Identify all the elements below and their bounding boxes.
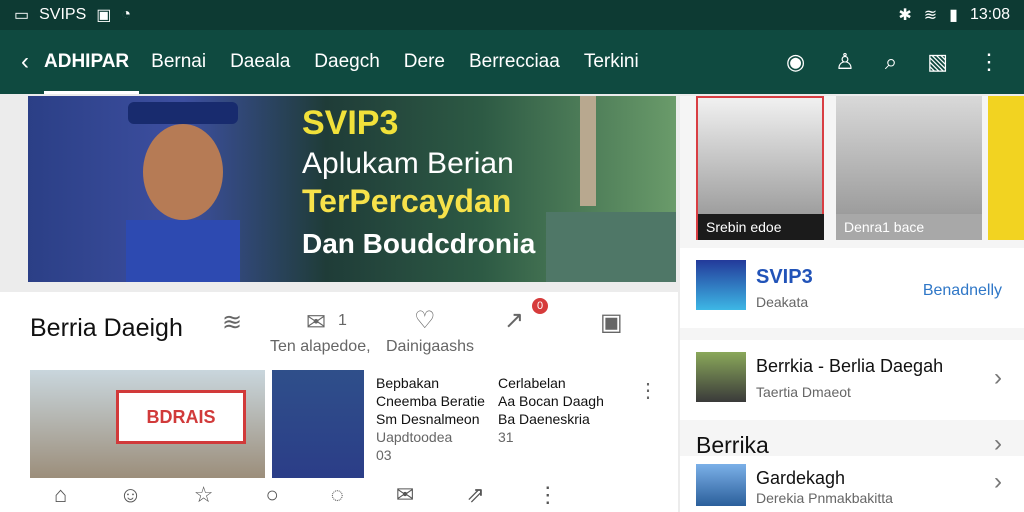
item-title-1: Berrkia - Berlia Daegah (756, 356, 944, 376)
card2-line-2: Ba Daeneskria (498, 411, 590, 427)
brand-tab[interactable]: ADHIPAR (44, 30, 140, 94)
status-left-label: SVIPS (39, 6, 87, 23)
right-panel: Srebin edoe Denra1 bace SVIP3 Deakata Be… (680, 96, 1024, 512)
channel-logo (696, 260, 746, 310)
list-item-1[interactable]: Berrkia - Berlia Daegah Taertia Dmaeot › (680, 340, 1024, 420)
gallery-icon: ▣ (96, 7, 112, 24)
time-label: 13:08 (969, 6, 1010, 23)
star-icon[interactable]: ☆ (194, 482, 214, 508)
chat-icon[interactable]: ○ (266, 482, 279, 508)
chevron-right-icon[interactable]: › (994, 468, 1002, 496)
share-icon[interactable]: ⇗ (466, 482, 484, 508)
heart-icon[interactable]: ♡ (414, 306, 436, 335)
section-title: Berria Daeigh (30, 314, 183, 342)
bluetooth-icon: ✱ (898, 7, 912, 24)
feed-icon[interactable]: ☺ (119, 482, 141, 508)
channel-sub: Deakata (756, 294, 809, 310)
tab-5[interactable]: Berrecciaa (457, 51, 572, 73)
card2-line-1: Aa Bocan Daagh (498, 393, 604, 409)
message-icon[interactable]: ✉ (306, 308, 326, 337)
location-icon[interactable]: ◉ (786, 49, 805, 75)
bottom-nav: ⌂ ☺ ☆ ○ ◌ ✉ ⇗ ⋮ (0, 478, 678, 512)
hero-title-4: Dan Boudcdronia (302, 228, 536, 259)
comment-icon[interactable]: ◌ (331, 482, 344, 508)
item-sub-1: Taertia Dmaeot (756, 384, 851, 400)
image-icon[interactable]: ▣ (600, 308, 623, 337)
item-thumb-2 (696, 464, 746, 506)
card-line-3: Uapdtoodea (376, 429, 453, 445)
wifi-icon: ≋ (923, 7, 938, 24)
tab-3[interactable]: Daegch (302, 51, 392, 73)
news-image-1[interactable]: BDRAIS (30, 370, 265, 480)
follow-link[interactable]: Benadnelly (923, 282, 1002, 300)
more-icon[interactable]: ⋮ (638, 378, 658, 403)
channel-card[interactable]: SVIP3 Deakata Benadnelly (680, 248, 1024, 328)
search-icon[interactable]: ⌕ (885, 49, 897, 75)
item-thumb-1 (696, 352, 746, 402)
card2-line-3: 31 (498, 429, 514, 445)
card-line-1: Cneemba Beratie (376, 393, 485, 409)
share-badge: 0 (532, 298, 548, 314)
pond-illustration (546, 212, 676, 282)
stat-1: Ten alapedoe, (270, 338, 371, 355)
chevron-right-icon[interactable]: › (994, 430, 1002, 458)
signal-icon: ▮ (949, 7, 958, 24)
protest-sign: BDRAIS (116, 390, 246, 444)
stat-2: Dainigaashs (386, 338, 475, 355)
mail-icon[interactable]: ✉ (396, 482, 414, 508)
status-bar: ▭ SVIPS ▣ ◔ ✱ ≋ ▮ 13:08 (0, 0, 1024, 30)
tower-illustration (580, 96, 596, 206)
hero-title-3: TerPercaydan (302, 183, 512, 219)
tab-1[interactable]: Bernai (139, 51, 218, 73)
more-icon[interactable]: ⋮ (978, 49, 1000, 75)
chevron-right-icon[interactable]: › (994, 364, 1002, 392)
tab-2[interactable]: Daeala (218, 51, 302, 73)
card-meta-2: Cerlabelan Aa Bocan Daagh Ba Daeneskria … (498, 374, 604, 446)
item-title-2: Gardekagh (756, 468, 846, 488)
tab-6[interactable]: Terkini (572, 51, 651, 73)
card-line-4: 03 (376, 447, 392, 463)
message-count: 1 (338, 312, 347, 329)
card-meta-1: Bepbakan Cneemba Beratie Sm Desnalmeon U… (376, 374, 485, 464)
back-icon[interactable]: ‹ (6, 48, 44, 76)
tab-4[interactable]: Dere (392, 51, 457, 73)
hero-title-1: SVIP3 (302, 104, 399, 142)
profile-icon[interactable]: ♙ (835, 49, 855, 75)
wifi-icon[interactable]: ≋ (222, 308, 242, 337)
app-icon: ▭ (14, 7, 30, 24)
hero-title-2: Aplukam Berian (302, 147, 514, 180)
section-title-2: Berrika (696, 432, 769, 458)
person-illustration (126, 102, 240, 282)
item-sub-2: Derekia Pnmakbakitta (756, 490, 893, 506)
image-icon[interactable]: ▧ (927, 49, 948, 75)
news-image-2[interactable] (272, 370, 364, 480)
home-icon[interactable]: ⌂ (54, 482, 67, 508)
card-line-2: Sm Desnalmeon (376, 411, 480, 427)
card-title-2: Cerlabelan (498, 375, 566, 391)
clock-icon: ◔ (121, 6, 132, 23)
thumb-caption-2: Denra1 bace (836, 214, 982, 240)
app-bar: ‹ ADHIPAR Bernai Daeala Daegch Dere Berr… (0, 30, 1024, 94)
channel-title: SVIP3 (756, 266, 813, 288)
card-title-1: Bepbakan (376, 375, 440, 391)
more-icon[interactable]: ⋮ (537, 482, 559, 508)
thumb-3[interactable] (988, 96, 1024, 240)
hero-banner[interactable]: SVIP3 Aplukam Berian TerPercaydan Dan Bo… (28, 96, 676, 282)
list-item-2[interactable]: Gardekagh Derekia Pnmakbakitta › (680, 456, 1024, 512)
thumb-caption-1: Srebin edoe (698, 214, 824, 240)
share-icon[interactable]: ↗ (504, 306, 524, 335)
